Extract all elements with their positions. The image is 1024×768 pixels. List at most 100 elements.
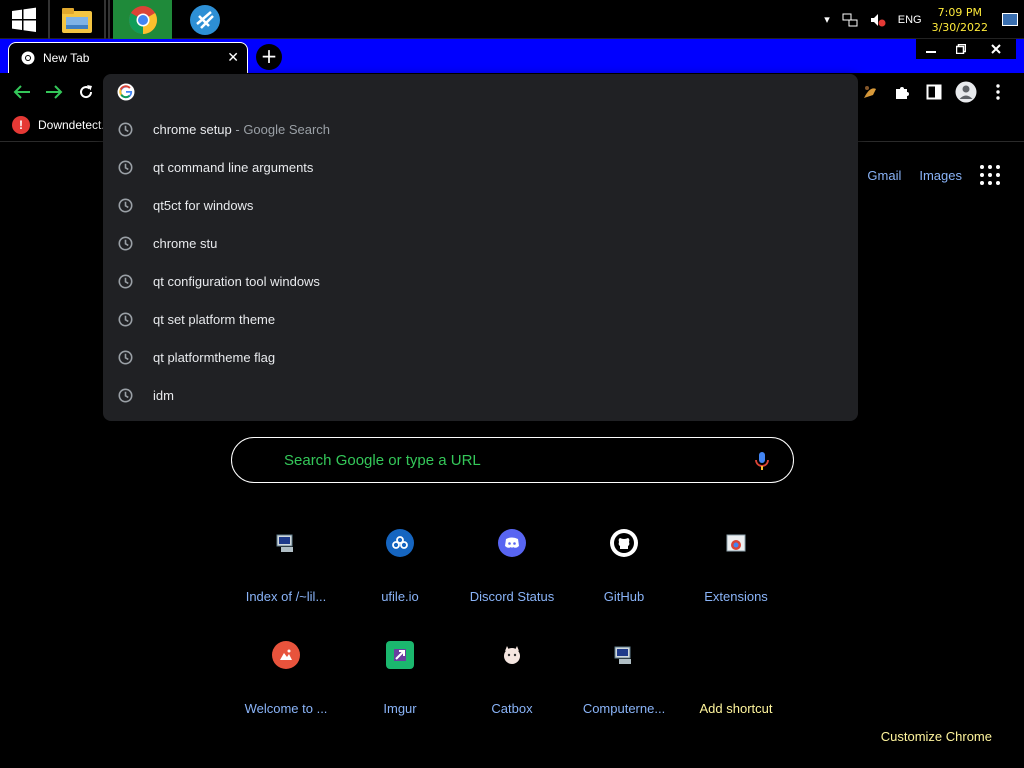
history-clock-icon xyxy=(118,312,133,327)
apps-grid-icon[interactable] xyxy=(980,165,1000,185)
history-clock-icon xyxy=(118,274,133,289)
side-panel-icon[interactable] xyxy=(918,79,950,105)
restore-button[interactable] xyxy=(946,39,976,59)
suggestion-query: chrome stu xyxy=(153,235,218,251)
suggestion-text: qt set platform theme xyxy=(153,312,275,327)
omnibox-suggestion[interactable]: qt configuration tool windows xyxy=(103,262,858,300)
computer-icon xyxy=(272,529,300,557)
suggestion-text: qt configuration tool windows xyxy=(153,274,320,289)
tab-new-tab[interactable]: New Tab ✕ xyxy=(8,42,248,73)
chrome-taskbar-button[interactable] xyxy=(113,0,172,39)
show-hidden-icons-icon[interactable]: ▾ xyxy=(824,13,830,26)
shortcut-tile[interactable]: Imgur xyxy=(344,627,456,727)
tab-title: New Tab xyxy=(43,51,90,65)
clock[interactable]: 7:09 PM 3/30/2022 xyxy=(932,5,988,35)
clock-date: 3/30/2022 xyxy=(931,20,988,34)
shortcut-label: Welcome to ... xyxy=(244,701,328,716)
forward-arrow-icon xyxy=(46,85,63,99)
omnibox-suggestion[interactable]: qt set platform theme xyxy=(103,300,858,338)
gmail-link[interactable]: Gmail xyxy=(867,168,901,183)
new-tab-button[interactable]: + xyxy=(256,44,282,70)
history-clock-icon xyxy=(118,350,133,365)
images-link[interactable]: Images xyxy=(919,168,962,183)
shortcut-tile[interactable]: Index of /~lil... xyxy=(230,515,342,615)
shortcut-label: Imgur xyxy=(383,701,417,716)
profile-avatar-icon[interactable] xyxy=(950,79,982,105)
suggestion-text: idm xyxy=(153,388,174,403)
bookmark-downdetector[interactable]: ! Downdetect... xyxy=(12,116,111,134)
volume-muted-icon[interactable] xyxy=(870,13,886,27)
start-button[interactable] xyxy=(0,0,48,39)
chrome-favicon-icon xyxy=(21,51,35,65)
search-placeholder: Search Google or type a URL xyxy=(284,452,481,469)
window-controls xyxy=(916,39,1016,59)
omnibox-suggestion[interactable]: chrome setup - Google Search xyxy=(103,110,858,148)
back-button[interactable] xyxy=(11,81,33,103)
suggestion-query: qt platformtheme flag xyxy=(153,349,276,365)
omnibox-suggestion[interactable]: qt command line arguments xyxy=(103,148,858,186)
github-icon xyxy=(610,529,638,557)
imgur-icon xyxy=(386,641,414,669)
omnibox-suggestion[interactable]: chrome stu xyxy=(103,224,858,262)
shortcut-tile[interactable]: GitHub xyxy=(568,515,680,615)
folder-icon xyxy=(62,7,92,33)
close-tab-icon[interactable]: ✕ xyxy=(227,50,239,66)
shortcut-tile[interactable]: Computerne... xyxy=(568,627,680,727)
omnibox-suggestion[interactable]: idm xyxy=(103,376,858,414)
extension-icon[interactable] xyxy=(854,79,886,105)
system-tray: ▾ ENG 7:09 PM 3/30/2022 xyxy=(818,0,1024,39)
minimize-button[interactable] xyxy=(916,39,946,59)
suggestion-query: qt5ct for windows xyxy=(153,197,254,213)
shortcut-tile[interactable]: Welcome to ... xyxy=(230,627,342,727)
add-shortcut-tile[interactable]: Add shortcut xyxy=(680,627,792,727)
extensions-icon xyxy=(722,529,750,557)
reload-button[interactable] xyxy=(75,81,97,103)
windows-logo-icon xyxy=(12,7,36,32)
shortcut-tile[interactable]: ufile.io xyxy=(344,515,456,615)
shortcut-label: Add shortcut xyxy=(699,701,773,716)
computer-icon xyxy=(610,641,638,669)
history-clock-icon xyxy=(118,236,133,251)
omnibox-dropdown: chrome setup - Google Search qt command l… xyxy=(103,74,858,421)
suggestion-text: qt command line arguments xyxy=(153,160,313,175)
omnibox-suggestion[interactable]: qt5ct for windows xyxy=(103,186,858,224)
discord-icon xyxy=(498,529,526,557)
taskbar-separator xyxy=(104,0,106,39)
shortcut-tile[interactable]: Discord Status xyxy=(456,515,568,615)
language-indicator[interactable]: ENG xyxy=(898,14,922,26)
network-icon[interactable] xyxy=(842,13,858,27)
suggestion-suffix: - Google Search xyxy=(231,121,331,137)
file-explorer-taskbar-button[interactable] xyxy=(52,0,102,39)
suggestion-text: qt platformtheme flag xyxy=(153,350,275,365)
app-taskbar-button[interactable] xyxy=(178,0,232,39)
show-desktop-icon[interactable] xyxy=(1002,13,1018,26)
suggestion-query: qt configuration tool windows xyxy=(153,273,320,289)
shortcut-label: Catbox xyxy=(491,701,533,716)
menu-kebab-icon[interactable] xyxy=(982,79,1014,105)
shortcut-label: Computerne... xyxy=(582,701,666,716)
microphone-icon[interactable] xyxy=(753,451,771,471)
welcome-icon xyxy=(272,641,300,669)
taskbar-separator xyxy=(108,0,110,39)
suggestion-query: qt command line arguments xyxy=(153,159,314,175)
clock-time: 7:09 PM xyxy=(937,5,982,19)
extensions-puzzle-icon[interactable] xyxy=(886,79,918,105)
ufile-icon xyxy=(386,529,414,557)
omnibox-input[interactable] xyxy=(103,74,858,110)
suggestion-query: chrome setup xyxy=(153,121,232,137)
history-clock-icon xyxy=(118,388,133,403)
taskbar-separator xyxy=(48,0,50,39)
windows-taskbar: ▾ ENG 7:09 PM 3/30/2022 xyxy=(0,0,1024,39)
ntp-search-box[interactable]: Search Google or type a URL xyxy=(231,437,794,483)
suggestion-text: chrome setup - Google Search xyxy=(153,122,330,137)
back-arrow-icon xyxy=(13,85,30,99)
omnibox-suggestion[interactable]: qt platformtheme flag xyxy=(103,338,858,376)
forward-button[interactable] xyxy=(43,81,65,103)
shortcut-label: GitHub xyxy=(603,589,645,604)
customize-chrome-button[interactable]: Customize Chrome xyxy=(881,729,992,744)
chrome-logo-icon xyxy=(128,5,157,34)
close-window-button[interactable] xyxy=(976,39,1016,59)
shortcut-tile[interactable]: Extensions xyxy=(680,515,792,615)
shortcut-tile[interactable]: Catbox xyxy=(456,627,568,727)
suggestion-query: idm xyxy=(153,387,174,403)
